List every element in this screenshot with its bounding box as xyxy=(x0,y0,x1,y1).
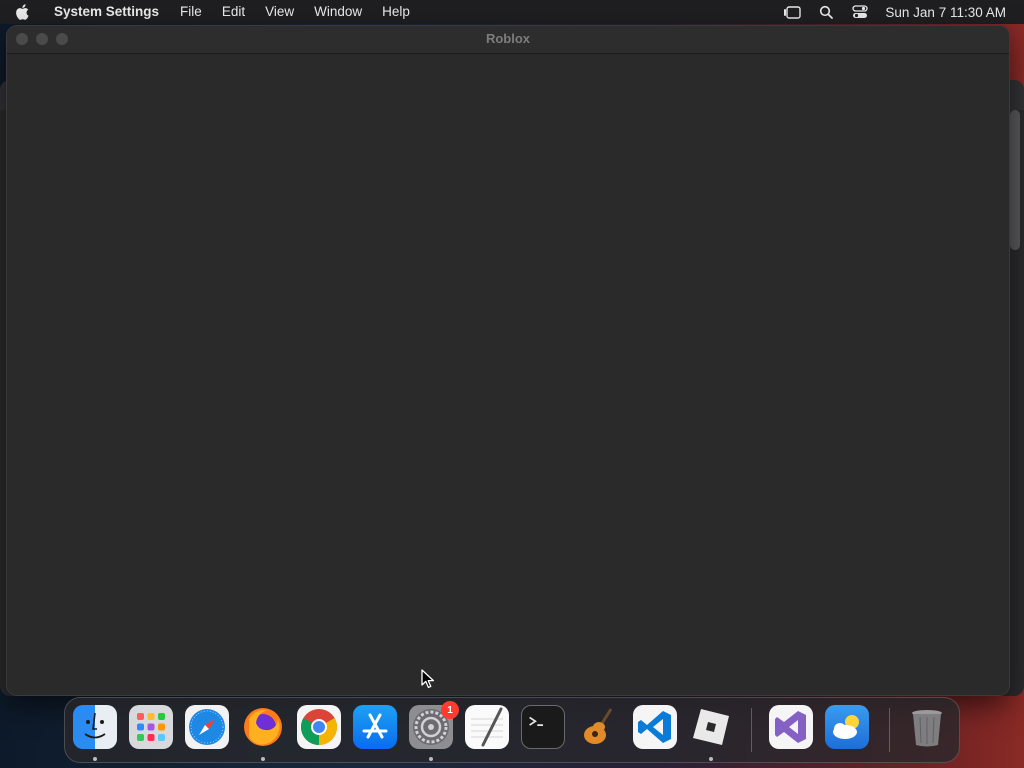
window-content[interactable] xyxy=(7,54,1009,695)
window-titlebar[interactable]: Roblox xyxy=(7,26,1009,54)
launchpad-icon[interactable] xyxy=(129,705,173,749)
dock-separator-trash xyxy=(889,708,890,752)
trash-icon[interactable] xyxy=(905,705,949,749)
chrome-icon[interactable] xyxy=(297,705,341,749)
system-settings-running-indicator xyxy=(429,757,433,761)
firefox-icon[interactable] xyxy=(241,705,285,749)
weather-icon[interactable] xyxy=(825,705,869,749)
mouse-cursor-icon xyxy=(421,669,435,689)
textedit-icon[interactable] xyxy=(465,705,509,749)
menu-file[interactable]: File xyxy=(170,0,212,24)
menu-app-name[interactable]: System Settings xyxy=(44,0,170,24)
firefox-running-indicator xyxy=(261,757,265,761)
menu-edit[interactable]: Edit xyxy=(212,0,255,24)
roblox-running-indicator xyxy=(709,757,713,761)
apple-icon xyxy=(16,4,29,20)
garageband-icon[interactable] xyxy=(577,705,621,749)
app-store-icon[interactable] xyxy=(353,705,397,749)
dock: 1 xyxy=(64,697,960,763)
roblox-window: Roblox xyxy=(7,26,1009,695)
control-center-icon[interactable] xyxy=(843,0,877,24)
vscode-icon[interactable] xyxy=(633,705,677,749)
apple-menu[interactable] xyxy=(0,0,44,24)
background-window-scrollbar[interactable] xyxy=(1010,110,1020,250)
menu-help[interactable]: Help xyxy=(372,0,420,24)
dock-separator xyxy=(751,708,752,752)
roblox-icon[interactable] xyxy=(689,705,733,749)
stage-manager-icon[interactable] xyxy=(775,0,809,24)
menu-view[interactable]: View xyxy=(255,0,304,24)
spotlight-search-icon[interactable] xyxy=(809,0,843,24)
visual-studio-icon[interactable] xyxy=(769,705,813,749)
finder-running-indicator xyxy=(93,757,97,761)
menu-bar: System Settings File Edit View Window He… xyxy=(0,0,1024,24)
system-settings-badge: 1 xyxy=(441,701,459,719)
safari-icon[interactable] xyxy=(185,705,229,749)
menubar-clock[interactable]: Sun Jan 7 11:30 AM xyxy=(877,5,1024,20)
finder-icon[interactable] xyxy=(73,705,117,749)
terminal-icon[interactable] xyxy=(521,705,565,749)
window-title: Roblox xyxy=(485,31,531,46)
menu-window[interactable]: Window xyxy=(304,0,372,24)
